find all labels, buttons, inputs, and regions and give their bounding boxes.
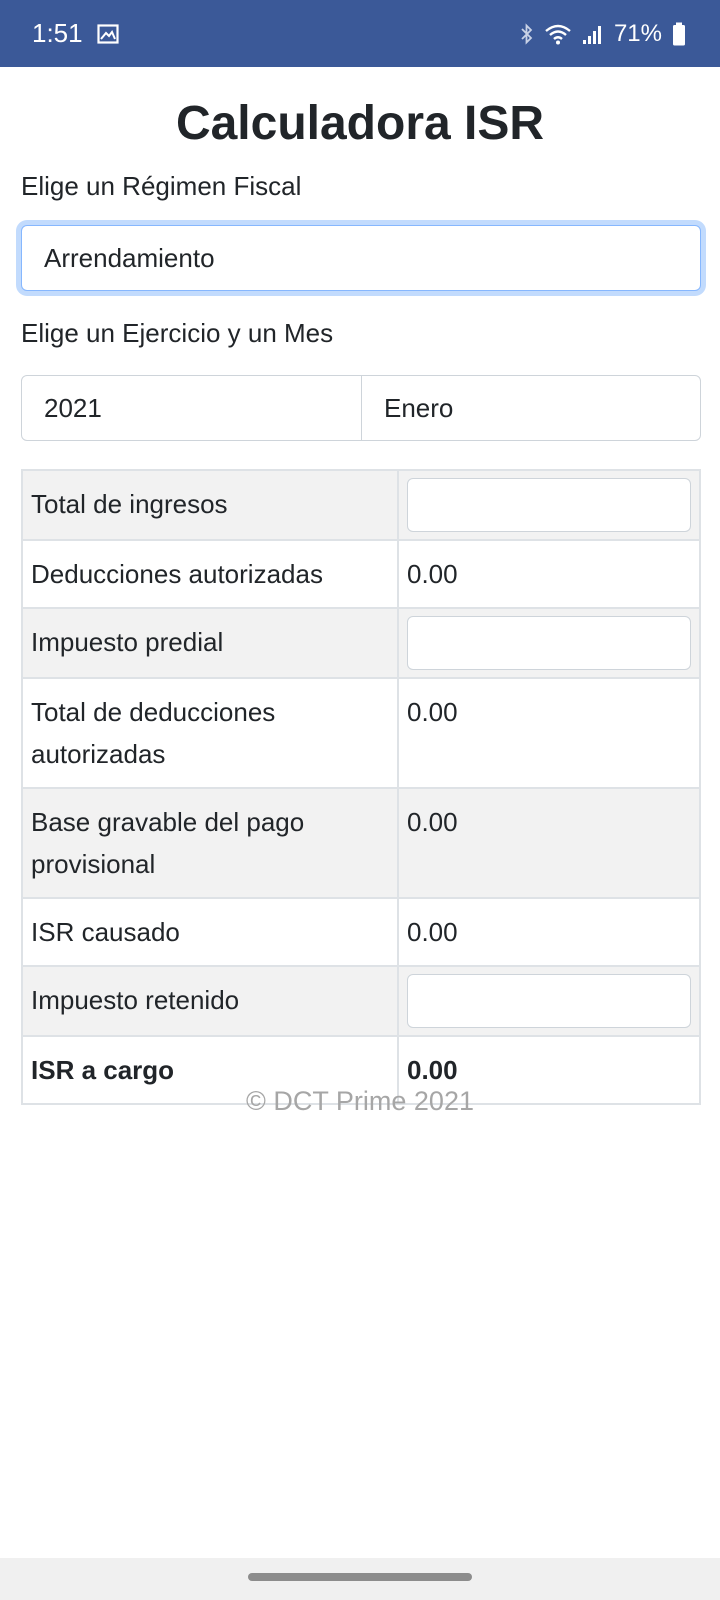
table-row: ISR causado 0.00 — [21, 897, 701, 967]
signal-icon — [582, 23, 604, 45]
status-bar: 1:51 71% — [0, 0, 720, 67]
page-title: Calculadora ISR — [175, 97, 545, 150]
battery-icon — [672, 22, 686, 46]
year-value: 2021 — [44, 392, 102, 423]
row-value: 0.00 — [397, 787, 701, 899]
table-row: Total de ingresos — [21, 469, 701, 541]
regime-label: Elige un Régimen Fiscal — [21, 171, 302, 201]
row-cell — [397, 965, 701, 1037]
home-handle[interactable] — [248, 1573, 472, 1581]
status-right: 71% — [520, 20, 686, 48]
battery-percent: 71% — [613, 19, 662, 47]
impuesto-retenido-input[interactable] — [407, 974, 691, 1028]
year-select[interactable]: 2021 — [22, 376, 361, 440]
row-cell — [397, 607, 701, 679]
status-left: 1:51 — [32, 18, 119, 49]
period-selects: 2021 Enero — [21, 375, 701, 441]
row-label: Base gravable del pago provisional — [21, 787, 399, 899]
row-value: 0.00 — [397, 539, 701, 609]
row-label: Deducciones autorizadas — [21, 539, 399, 609]
footer-copyright: © DCT Prime 2021 — [246, 1086, 474, 1116]
table-row: Impuesto predial — [21, 607, 701, 679]
wifi-icon — [544, 23, 572, 45]
table-row: Deducciones autorizadas 0.00 — [21, 539, 701, 609]
table-row: Impuesto retenido — [21, 965, 701, 1037]
gesture-nav-bar — [0, 1558, 720, 1600]
row-value: 0.00 — [397, 677, 701, 789]
bluetooth-icon — [520, 22, 534, 45]
period-label: Elige un Ejercicio y un Mes — [21, 318, 334, 348]
status-time: 1:51 — [32, 18, 83, 48]
image-icon — [97, 23, 119, 44]
isr-table: Total de ingresos Deducciones autorizada… — [21, 469, 701, 1105]
regime-selected-value: Arrendamiento — [44, 242, 215, 273]
row-label: ISR causado — [21, 897, 399, 967]
regime-select[interactable]: Arrendamiento — [21, 225, 701, 291]
row-label: Impuesto predial — [21, 607, 399, 679]
table-row: Total de deducciones autorizadas 0.00 — [21, 677, 701, 789]
month-select[interactable]: Enero — [361, 376, 700, 440]
impuesto-predial-input[interactable] — [407, 616, 691, 670]
row-cell — [397, 469, 701, 541]
total-ingresos-input[interactable] — [407, 478, 691, 532]
month-value: Enero — [384, 392, 454, 423]
row-label: Total de ingresos — [21, 469, 399, 541]
row-label: Impuesto retenido — [21, 965, 399, 1037]
row-label: Total de deducciones autorizadas — [21, 677, 399, 789]
row-value: 0.00 — [397, 897, 701, 967]
table-row: Base gravable del pago provisional 0.00 — [21, 787, 701, 899]
